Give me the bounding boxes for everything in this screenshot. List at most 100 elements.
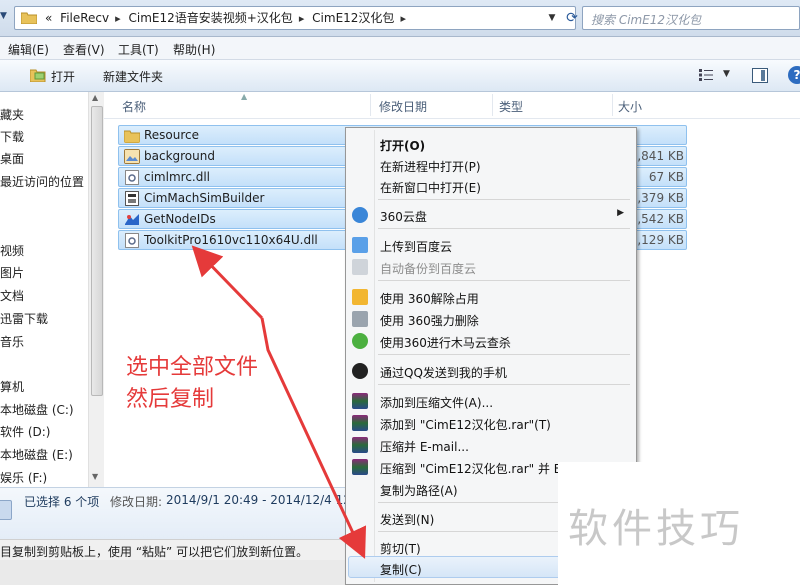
- address-history-dropdown-icon[interactable]: ▼: [545, 10, 559, 26]
- breadcrumb-separator-icon[interactable]: ▸: [115, 12, 121, 25]
- breadcrumb-video-package[interactable]: CimE12语音安装视频+汉化包: [129, 11, 293, 25]
- menu-item-label: 打开(O): [380, 139, 426, 153]
- nav-item-documents[interactable]: 文档: [0, 287, 84, 304]
- file-name: CimMachSimBuilder: [144, 191, 265, 205]
- menu-item-label: 自动备份到百度云: [380, 262, 477, 276]
- nav-item-downloads[interactable]: 下载: [0, 128, 84, 145]
- menu-help[interactable]: 帮助(H): [173, 41, 215, 58]
- nav-item-thunder-downloads[interactable]: 迅雷下载: [0, 310, 84, 327]
- column-divider[interactable]: [370, 94, 371, 116]
- scroll-up-icon[interactable]: ▲: [92, 93, 98, 102]
- search-input[interactable]: 搜索 CimE12汉化包: [591, 11, 701, 28]
- file-size: 2,542 KB: [629, 212, 684, 226]
- menu-item-360-cloud[interactable]: 360云盘 ▶: [348, 204, 634, 226]
- column-divider[interactable]: [492, 94, 493, 116]
- cloud360-icon: [352, 207, 368, 223]
- menu-edit[interactable]: 编辑(E): [8, 41, 49, 58]
- menu-item-label: 添加到压缩文件(A)...: [380, 396, 494, 410]
- help-icon[interactable]: ?: [788, 66, 800, 84]
- image-icon: [124, 149, 140, 164]
- refresh-icon[interactable]: ⟳: [563, 9, 581, 27]
- breadcrumb-current-folder[interactable]: CimE12汉化包: [312, 11, 394, 25]
- menu-item-upload-baidu[interactable]: 上传到百度云: [348, 234, 634, 256]
- menu-item-360-unlock[interactable]: 使用 360解除占用: [348, 286, 634, 308]
- nav-item-desktop[interactable]: 桌面: [0, 150, 84, 167]
- search-box[interactable]: 搜索 CimE12汉化包: [582, 6, 800, 30]
- breadcrumb-filerecv[interactable]: FileRecv: [60, 11, 109, 25]
- nav-item-drive-f[interactable]: 娱乐 (F:): [0, 469, 84, 486]
- preview-pane-icon[interactable]: [752, 68, 768, 83]
- nav-item-drive-e[interactable]: 本地磁盘 (E:): [0, 446, 84, 463]
- menu-item-label: 添加到 "CimE12汉化包.rar"(T): [380, 418, 551, 432]
- view-options-icon[interactable]: [699, 69, 713, 81]
- nav-item-music[interactable]: 音乐: [0, 333, 84, 350]
- recent-pages-dropdown-icon[interactable]: ▼: [0, 11, 7, 21]
- nav-item-pictures[interactable]: 图片: [0, 264, 84, 281]
- menu-separator: [378, 280, 630, 281]
- menu-item-label: 复制(C): [380, 563, 422, 577]
- nav-item-drive-d[interactable]: 软件 (D:): [0, 423, 84, 440]
- menu-view[interactable]: 查看(V): [63, 41, 105, 58]
- nav-item-recent[interactable]: 最近访问的位置: [0, 173, 84, 190]
- menu-item-add-rar[interactable]: 添加到 "CimE12汉化包.rar"(T): [348, 412, 634, 434]
- scroll-down-icon[interactable]: ▼: [92, 472, 98, 481]
- menu-item-label: 通过QQ发送到我的手机: [380, 366, 507, 380]
- nav-item-videos[interactable]: 视频: [0, 242, 84, 259]
- menu-item-label: 360云盘: [380, 210, 427, 224]
- nav-item-computer[interactable]: 算机: [0, 378, 84, 395]
- submenu-arrow-icon: ▶: [617, 208, 624, 218]
- folder-icon: [124, 130, 140, 143]
- file-name: cimlmrc.dll: [144, 170, 211, 184]
- menu-item-auto-backup-baidu: 自动备份到百度云: [348, 256, 634, 278]
- dll-file-icon: [125, 170, 139, 185]
- menu-tools[interactable]: 工具(T): [118, 41, 159, 58]
- breadcrumb: « FileRecv ▸ CimE12语音安装视频+汉化包 ▸ CimE12汉化包 ▸: [45, 11, 410, 26]
- menu-item-label: 使用360进行木马云查杀: [380, 336, 511, 350]
- application-icon: [125, 214, 139, 225]
- annotation-line-2: 然后复制: [126, 387, 215, 412]
- menu-item-label: 使用 360解除占用: [380, 292, 479, 306]
- selection-stack-icon: [0, 500, 12, 520]
- menu-separator: [378, 354, 630, 355]
- trojan-scan-icon: [352, 333, 368, 349]
- menu-item-add-archive[interactable]: 添加到压缩文件(A)...: [348, 390, 634, 412]
- breadcrumb-overflow[interactable]: «: [45, 11, 52, 25]
- menu-item-label: 压缩并 E-mail...: [380, 440, 469, 454]
- menu-item-360-trojan-scan[interactable]: 使用360进行木马云查杀: [348, 330, 634, 352]
- new-folder-button[interactable]: 新建文件夹: [103, 68, 163, 85]
- baidu-backup-icon: [352, 259, 368, 275]
- menu-item-open-new-process[interactable]: 在新进程中打开(P): [348, 154, 634, 176]
- column-name[interactable]: 名称: [122, 98, 146, 115]
- menu-item-compress-email[interactable]: 压缩并 E-mail...: [348, 434, 634, 456]
- menu-item-open[interactable]: 打开(O): [348, 133, 634, 155]
- open-button-label: 打开: [51, 70, 76, 84]
- nav-scrollbar[interactable]: ▲ ▼: [88, 92, 104, 487]
- file-size: 67 KB: [648, 170, 684, 184]
- breadcrumb-separator-icon[interactable]: ▸: [400, 12, 406, 25]
- column-size[interactable]: 大小: [618, 98, 642, 115]
- menu-item-label: 上传到百度云: [380, 240, 453, 254]
- nav-item-favorites[interactable]: 藏夹: [0, 106, 84, 123]
- application-icon: [125, 191, 139, 206]
- selection-count: 已选择 6 个项: [24, 495, 100, 509]
- file-name: Resource: [144, 128, 200, 142]
- view-dropdown-icon[interactable]: ▼: [723, 69, 730, 79]
- breadcrumb-separator-icon[interactable]: ▸: [299, 12, 305, 25]
- file-size: 1,841 KB: [629, 149, 684, 163]
- file-name: background: [144, 149, 215, 163]
- scrollbar-thumb[interactable]: [91, 106, 103, 396]
- menu-item-360-force-delete[interactable]: 使用 360强力删除: [348, 308, 634, 330]
- menu-item-qq-send[interactable]: 通过QQ发送到我的手机: [348, 360, 634, 382]
- address-bar[interactable]: « FileRecv ▸ CimE12语音安装视频+汉化包 ▸ CimE12汉化包 ▸…: [14, 6, 578, 30]
- column-divider[interactable]: [612, 94, 613, 116]
- details-modified-value: 2014/9/1 20:49 - 2014/12/4 12: [166, 493, 351, 507]
- winrar-icon: [352, 459, 368, 475]
- column-modified[interactable]: 修改日期: [379, 98, 427, 115]
- details-modified-label: 修改日期:: [110, 495, 163, 509]
- qq-penguin-icon: [352, 363, 368, 379]
- nav-item-drive-c[interactable]: 本地磁盘 (C:): [0, 401, 84, 418]
- menu-item-label: 剪切(T): [380, 542, 421, 556]
- column-type[interactable]: 类型: [499, 98, 523, 115]
- menu-separator: [378, 199, 630, 200]
- menu-item-open-new-window[interactable]: 在新窗口中打开(E): [348, 175, 634, 197]
